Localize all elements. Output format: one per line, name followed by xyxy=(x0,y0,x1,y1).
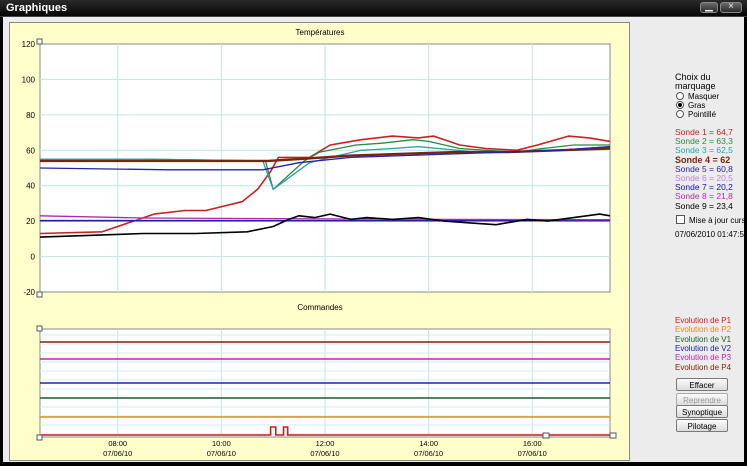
evolution-4-label[interactable]: Evolution de V2 xyxy=(675,344,731,353)
temp-ytick-label: -20 xyxy=(23,288,35,297)
evolution-3-label[interactable]: Evolution de V1 xyxy=(675,335,731,344)
x-tick-time: 08:00 xyxy=(108,439,127,448)
radio-pointille-indicator xyxy=(676,110,684,118)
x-tick-time: 16:00 xyxy=(523,439,542,448)
radio-masquer-label: Masquer xyxy=(688,92,720,101)
sonde-9-reading: Sonde 9 = 23,4 xyxy=(675,200,733,211)
temp-ytick-label: 80 xyxy=(26,111,35,120)
x-tick-date: 07/06/10 xyxy=(310,449,339,458)
radio-pointille[interactable]: Pointillé xyxy=(676,110,716,119)
pilotage-button[interactable]: Pilotage xyxy=(676,419,728,432)
commands-chart-title: Commandes xyxy=(297,303,342,312)
x-tick-time: 14:00 xyxy=(419,439,438,448)
radio-gras-indicator xyxy=(676,101,684,109)
cursor-handle-top[interactable] xyxy=(36,38,43,45)
evolution-2-label[interactable]: Evolution de P2 xyxy=(675,325,731,334)
synoptique-button[interactable]: Synoptique xyxy=(676,405,728,418)
x-tick-time: 10:00 xyxy=(212,439,231,448)
radio-masquer-indicator xyxy=(676,92,684,100)
cursor-handle-cmd-top[interactable] xyxy=(36,325,43,332)
cursor-handle-cmd-bottom[interactable] xyxy=(36,434,43,441)
cursor-update-checkbox[interactable]: Mise à jour curseur xyxy=(676,215,747,225)
x-tick-date: 07/06/10 xyxy=(103,449,132,458)
x-tick-date: 07/06/10 xyxy=(518,449,547,458)
cursor-handle-left[interactable] xyxy=(36,291,43,298)
cursor-timestamp: 07/06/2010 01:47:55 xyxy=(675,230,747,239)
zoom-handle-right[interactable] xyxy=(609,432,617,439)
evolution-6-label[interactable]: Evolution de P4 xyxy=(675,363,731,372)
cursor-update-label: Mise à jour curseur xyxy=(689,216,747,225)
temp-ytick-label: 40 xyxy=(26,182,35,191)
x-tick-date: 07/06/10 xyxy=(414,449,443,458)
radio-masquer[interactable]: Masquer xyxy=(676,92,719,101)
effacer-button[interactable]: Effacer xyxy=(676,378,728,391)
charts-canvas: Températures Commandes 120 100 80 60 40 20 0 -2… xyxy=(22,28,617,458)
temp-ytick-label: 0 xyxy=(31,253,36,262)
temp-ytick-label: 120 xyxy=(22,40,36,49)
marker-title-line2: marquage xyxy=(675,81,716,91)
x-tick-time: 12:00 xyxy=(316,439,335,448)
evolution-5-label[interactable]: Evolution de P3 xyxy=(675,353,731,362)
radio-gras-label: Gras xyxy=(688,101,706,110)
evolution-1-label[interactable]: Evolution de P1 xyxy=(675,316,731,325)
radio-gras[interactable]: Gras xyxy=(676,101,705,110)
zoom-handle-left[interactable] xyxy=(542,432,550,439)
x-tick-date: 07/06/10 xyxy=(207,449,236,458)
radio-pointille-label: Pointillé xyxy=(688,110,717,119)
cursor-update-check-box[interactable] xyxy=(676,215,685,224)
temp-ytick-label: 60 xyxy=(26,146,35,155)
temp-ytick-label: 100 xyxy=(22,75,36,84)
temps-chart-title: Températures xyxy=(296,28,345,37)
temp-ytick-label: 20 xyxy=(26,217,35,226)
